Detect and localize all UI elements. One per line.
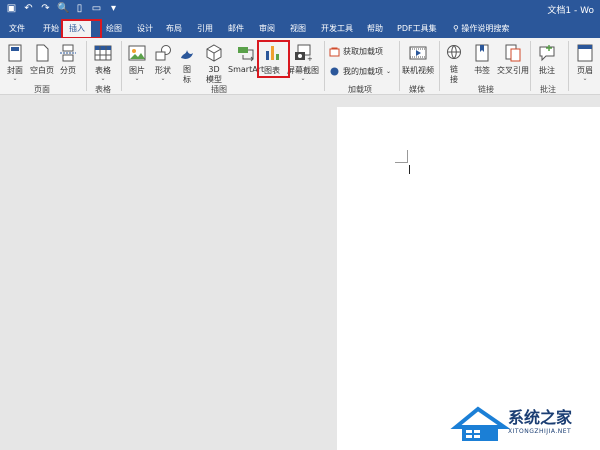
new-comment-button[interactable]: 批注 xyxy=(538,44,556,76)
page-break-button[interactable]: 分页 xyxy=(59,44,77,76)
separator xyxy=(324,41,325,91)
separator xyxy=(568,41,569,91)
document-title: 文档1 - Wo xyxy=(547,6,594,16)
comments-group-label: 批注 xyxy=(540,85,556,94)
document-page[interactable] xyxy=(337,107,600,450)
customize-qat-icon[interactable]: ▾ xyxy=(108,3,119,14)
table-button[interactable]: 表格 ⌄ xyxy=(94,44,112,82)
my-addins-dropdown-icon[interactable]: ⌄ xyxy=(386,68,391,75)
media-group-label: 媒体 xyxy=(409,85,425,94)
icons-insert-icon xyxy=(181,50,193,59)
shapes-icon xyxy=(155,45,171,61)
text-cursor xyxy=(409,165,410,174)
addins-group-label: 加载项 xyxy=(348,85,372,94)
tab-draw[interactable]: 绘图 xyxy=(106,21,122,37)
screenshot-icon: + xyxy=(295,44,312,62)
quick-access-toolbar: ▣ ↶ ↷ 🔍 ▯ ▭ ▾ xyxy=(6,3,119,14)
tab-pdf[interactable]: PDF工具集 xyxy=(397,21,437,37)
addin-icon xyxy=(330,67,339,76)
table-icon xyxy=(94,45,112,61)
tab-mailings[interactable]: 邮件 xyxy=(228,21,244,37)
links-group-label: 链接 xyxy=(478,85,494,94)
separator xyxy=(399,41,400,91)
new-doc-icon[interactable]: ▯ xyxy=(74,3,85,14)
svg-text:+: + xyxy=(307,55,312,62)
undo-icon[interactable]: ↶ xyxy=(23,3,34,14)
link-button[interactable]: 链接 xyxy=(447,44,461,85)
tab-layout[interactable]: 布局 xyxy=(166,21,182,37)
tab-home[interactable]: 开始 xyxy=(43,21,59,37)
separator xyxy=(86,41,87,91)
smartart-button[interactable]: SmartArt xyxy=(228,44,264,74)
store-icon xyxy=(329,47,340,57)
title-bar: ▣ ↶ ↷ 🔍 ▯ ▭ ▾ 文档1 - Wo xyxy=(0,0,600,18)
cover-page-button[interactable]: 封面 ⌄ xyxy=(6,44,24,82)
bookmark-button[interactable]: 书签 xyxy=(473,44,491,76)
cover-page-icon xyxy=(8,44,22,62)
comment-icon xyxy=(539,45,555,62)
shapes-button[interactable]: 形状 ⌄ xyxy=(154,44,172,82)
bookmark-icon xyxy=(475,44,489,62)
watermark-text: 系统之家 xyxy=(508,408,573,427)
tab-design[interactable]: 设计 xyxy=(137,21,153,37)
separator xyxy=(439,41,440,91)
screenshot-button[interactable]: + 屏幕截图 ⌄ xyxy=(287,44,319,82)
3d-models-button[interactable]: 3D 模型 xyxy=(203,44,225,85)
blank-page-button[interactable]: 空白页 xyxy=(30,44,54,76)
bar-chart-icon xyxy=(266,46,279,60)
icons-button[interactable]: 图标 xyxy=(180,44,194,85)
page-break-icon xyxy=(60,44,76,62)
picture-icon xyxy=(128,45,146,61)
tab-file[interactable]: 文件 xyxy=(9,21,25,37)
chart-button[interactable]: 图表 xyxy=(263,44,281,76)
cross-reference-icon xyxy=(505,44,521,62)
blank-page-icon xyxy=(36,44,49,62)
ribbon-tabs: 文件 开始 插入 绘图 设计 布局 引用 邮件 审阅 视图 开发工具 帮助 PD… xyxy=(0,18,600,38)
watermark-url: XITONGZHIJIA.NET xyxy=(508,428,572,435)
open-folder-icon[interactable]: ▭ xyxy=(91,3,102,14)
get-addins-button[interactable]: 获取加载项 xyxy=(329,46,383,57)
redo-icon[interactable]: ↷ xyxy=(40,3,51,14)
tab-references[interactable]: 引用 xyxy=(197,21,213,37)
cube-icon xyxy=(206,44,222,62)
illustrations-group-label: 插图 xyxy=(211,85,227,94)
save-icon[interactable]: ▣ xyxy=(6,3,17,14)
tab-view[interactable]: 视图 xyxy=(290,21,306,37)
header-button[interactable]: 页眉 ⌄ xyxy=(576,44,594,82)
tables-group-label: 表格 xyxy=(95,85,111,94)
pictures-button[interactable]: 图片 ⌄ xyxy=(128,44,146,82)
tab-review[interactable]: 审阅 xyxy=(259,21,275,37)
tab-insert[interactable]: 插入 xyxy=(63,20,91,38)
online-video-button[interactable]: 联机视频 xyxy=(402,44,434,76)
cross-reference-button[interactable]: 交叉引用 xyxy=(497,44,529,76)
lightbulb-icon: ⚲ xyxy=(453,24,459,33)
separator xyxy=(121,41,122,91)
tell-me-search[interactable]: ⚲ 操作说明搜索 xyxy=(453,21,509,37)
print-preview-icon[interactable]: 🔍 xyxy=(57,3,69,14)
separator xyxy=(530,41,531,91)
globe-link-icon xyxy=(447,45,461,59)
tab-help[interactable]: 帮助 xyxy=(367,21,383,37)
pages-group-label: 页面 xyxy=(34,85,50,94)
video-icon xyxy=(409,46,427,60)
header-icon xyxy=(577,44,593,62)
margin-corner-mark xyxy=(407,150,408,163)
smartart-icon xyxy=(238,47,254,62)
my-addins-button[interactable]: 我的加载项 ⌄ xyxy=(329,66,391,77)
tab-developer[interactable]: 开发工具 xyxy=(321,21,353,37)
